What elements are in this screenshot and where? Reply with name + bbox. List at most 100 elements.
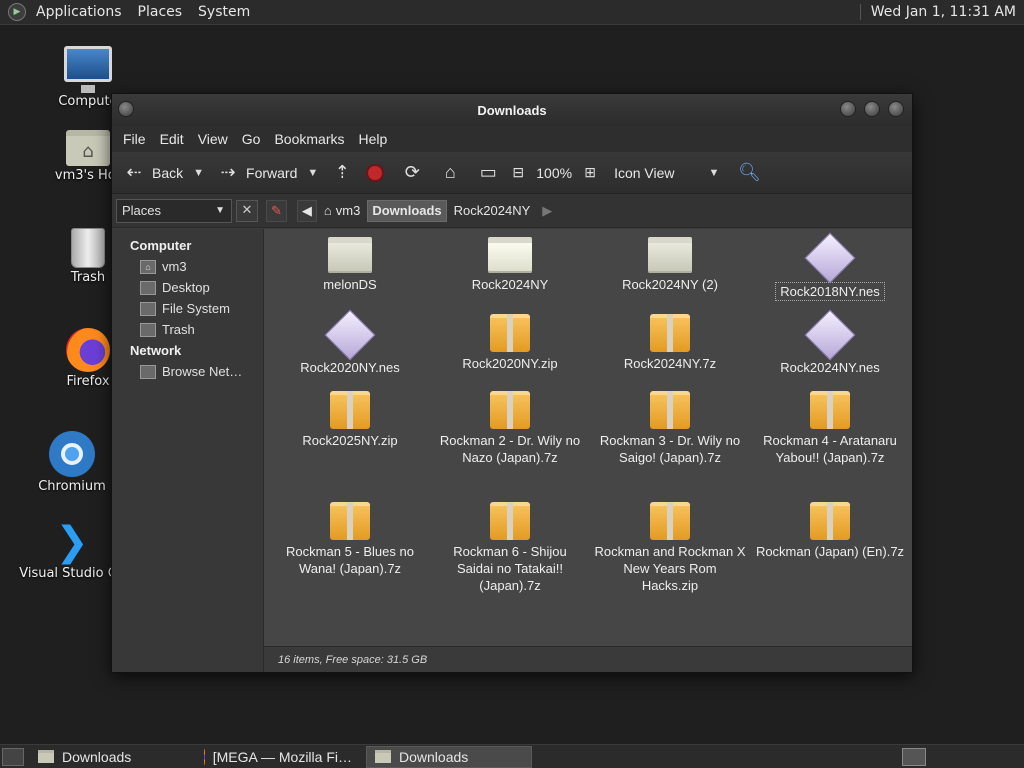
sidebar-item-label: File System	[162, 301, 230, 316]
file-item[interactable]: Rockman 5 - Blues no Wana! (Japan).7z	[270, 502, 430, 577]
forward-history-dropdown-icon[interactable]: ▼	[303, 167, 324, 179]
show-desktop-button[interactable]	[2, 747, 24, 766]
menu-view[interactable]: View	[191, 131, 235, 147]
archive-icon	[650, 314, 690, 352]
forward-button[interactable]: ⇢ Forward ▼	[216, 162, 324, 183]
back-history-dropdown-icon[interactable]: ▼	[189, 167, 210, 179]
menu-edit[interactable]: Edit	[153, 131, 191, 147]
breadcrumb-scroll-left-button[interactable]: ◀	[296, 199, 317, 222]
sidebar-item-file-system[interactable]: File System	[112, 298, 263, 319]
archive-icon	[810, 502, 850, 540]
file-name: Rockman 4 - Aratanaru Yabou!! (Japan).7z	[763, 433, 897, 465]
file-name: Rockman (Japan) (En).7z	[755, 544, 905, 559]
window-titlebar[interactable]: Downloads	[112, 94, 912, 126]
network-icon	[140, 364, 156, 379]
menu-help[interactable]: Help	[352, 131, 395, 147]
sidebar-item-vm3[interactable]: ⌂ vm3	[112, 256, 263, 277]
menu-bookmarks[interactable]: Bookmarks	[267, 131, 351, 147]
folder-icon	[38, 750, 54, 763]
taskbar-item-downloads[interactable]: Downloads	[30, 746, 190, 768]
edit-location-icon: ✎	[271, 202, 282, 218]
places-menu[interactable]: Places	[130, 4, 191, 20]
system-menu[interactable]: System	[190, 4, 258, 20]
up-arrow-icon: ⇡	[334, 162, 350, 182]
file-name: Rockman 5 - Blues no Wana! (Japan).7z	[286, 544, 414, 576]
menubar: File Edit View Go Bookmarks Help	[112, 126, 912, 152]
search-button[interactable]: 🔍︎	[737, 162, 761, 183]
minimize-button[interactable]	[840, 101, 856, 117]
distro-logo-icon[interactable]: ▶	[8, 3, 26, 21]
file-item[interactable]: melonDS	[270, 237, 430, 293]
archive-icon	[810, 391, 850, 429]
taskbar-item-label: [MEGA — Mozilla Fi…	[212, 748, 352, 765]
sidebar-item-browse-network[interactable]: Browse Net…	[112, 361, 263, 382]
view-mode-select[interactable]: Icon View ▼	[608, 165, 725, 181]
taskbar-item-downloads-active[interactable]: Downloads	[366, 745, 532, 768]
chevron-down-icon: ▼	[215, 205, 225, 216]
sidebar-heading-computer: Computer	[130, 238, 192, 253]
rom-file-icon	[804, 309, 856, 361]
toggle-location-entry-button[interactable]: ✎	[266, 199, 287, 222]
firefox-icon	[66, 328, 110, 372]
home-icon: ⌂	[323, 203, 332, 218]
stop-button[interactable]	[366, 163, 385, 182]
file-item[interactable]: Rock2024NY.7z	[590, 314, 750, 372]
archive-icon	[650, 502, 690, 540]
sidebar-item-trash[interactable]: Trash	[112, 319, 263, 340]
archive-icon	[330, 502, 370, 540]
file-item[interactable]: Rock2025NY.zip	[270, 391, 430, 449]
file-item[interactable]: Rock2024NY.nes	[750, 309, 910, 376]
file-view[interactable]: melonDS Rock2024NY Rock2024NY (2) Rock2018N…	[264, 229, 912, 672]
reload-button[interactable]: ⟳	[400, 162, 424, 183]
vscode-icon: ❯	[55, 519, 89, 565]
breadcrumb-scroll-right-button[interactable]: ▶	[537, 200, 557, 222]
home-button[interactable]: ⌂	[438, 162, 462, 183]
menu-go[interactable]: Go	[235, 131, 268, 147]
drive-icon	[140, 301, 156, 316]
back-button[interactable]: ⇠ Back ▼	[122, 162, 210, 183]
zoom-in-icon: ⊞	[584, 164, 596, 180]
file-item[interactable]: Rockman (Japan) (En).7z	[750, 502, 910, 560]
file-item[interactable]: Rockman 4 - Aratanaru Yabou!! (Japan).7z	[750, 391, 910, 466]
up-button[interactable]: ⇡	[330, 162, 354, 183]
clock[interactable]: Wed Jan 1, 11:31 AM	[859, 4, 1024, 20]
chevron-left-icon: ◀	[301, 202, 312, 218]
status-bar: 16 items, Free space: 31.5 GB	[264, 646, 912, 672]
breadcrumb-downloads[interactable]: Downloads	[367, 199, 447, 222]
file-name: Rock2024NY.7z	[623, 356, 717, 371]
close-sidebar-button[interactable]: ✕	[236, 199, 258, 222]
close-button[interactable]	[888, 101, 904, 117]
computer-icon	[64, 46, 112, 93]
window-menu-button[interactable]	[118, 101, 134, 117]
breadcrumb-rock2024ny[interactable]: Rock2024NY	[449, 200, 536, 222]
archive-icon	[490, 502, 530, 540]
workspace-switcher[interactable]	[902, 747, 926, 766]
taskbar-item-firefox[interactable]: [MEGA — Mozilla Fi…	[196, 746, 360, 768]
computer-button[interactable]: ▭	[476, 162, 500, 183]
menu-file[interactable]: File	[116, 131, 153, 147]
file-item[interactable]: Rock2020NY.nes	[270, 309, 430, 376]
sidebar-type-select[interactable]: Places ▼	[116, 198, 232, 223]
file-item[interactable]: Rockman 3 - Dr. Wily no Saigo! (Japan).7…	[590, 391, 750, 466]
file-item[interactable]: Rockman and Rockman X New Years Rom Hack…	[590, 502, 750, 594]
sidebar-item-desktop[interactable]: Desktop	[112, 277, 263, 298]
file-item[interactable]: Rockman 2 - Dr. Wily no Nazo (Japan).7z	[430, 391, 590, 466]
forward-arrow-icon: ⇢	[220, 162, 236, 182]
applications-menu[interactable]: Applications	[28, 4, 130, 20]
rom-file-icon	[804, 232, 856, 284]
file-item[interactable]: Rock2024NY (2)	[590, 237, 750, 293]
sidebar-item-label: vm3	[162, 259, 187, 274]
file-name: Rock2024NY	[471, 277, 549, 292]
maximize-button[interactable]	[864, 101, 880, 117]
places-sidebar: Computer ⌂ vm3 Desktop File System Trash …	[112, 229, 264, 672]
breadcrumb-vm3[interactable]: ⌂ vm3	[319, 200, 365, 222]
file-item[interactable]: Rock2020NY.zip	[430, 314, 590, 372]
file-item[interactable]: Rockman 6 - Shijou Saidai no Tatakai!! (…	[430, 502, 590, 594]
file-item[interactable]: Rock2024NY	[430, 237, 590, 293]
home-icon: ⌂	[140, 259, 156, 274]
zoom-in-button[interactable]: ⊞	[578, 164, 602, 181]
zoom-out-button[interactable]: ⊟	[506, 164, 530, 181]
desktop-icon-label: Firefox	[66, 374, 110, 389]
folder-icon	[375, 750, 391, 763]
file-item[interactable]: Rock2018NY.nes	[750, 232, 910, 301]
